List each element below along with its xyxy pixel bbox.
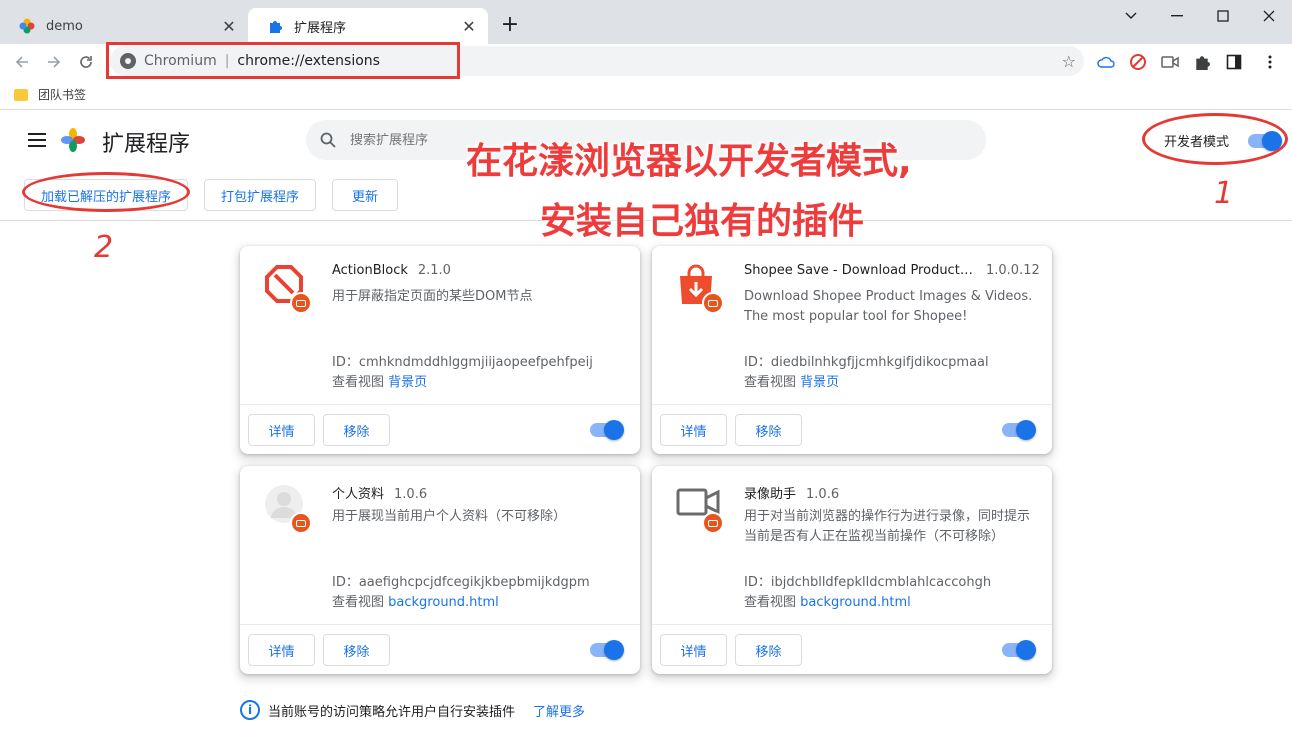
extension-description: 用于屏蔽指定页面的某些DOM节点 bbox=[332, 289, 533, 304]
remove-button[interactable]: 移除 bbox=[323, 634, 390, 666]
enable-toggle[interactable] bbox=[590, 420, 624, 440]
inspect-views: 查看视图 背景页 bbox=[332, 375, 428, 390]
extension-name: Shopee Save - Download Product Imag…1.0.… bbox=[744, 263, 1040, 278]
annotation-text-line2: 安装自己独有的插件 bbox=[540, 201, 865, 242]
extension-description: 用于对当前浏览器的操作行为进行录像，同时提示当前是否有人正在监视当前操作（不可移… bbox=[744, 509, 1031, 544]
folder-icon bbox=[14, 88, 28, 101]
extension-id: ID：cmhkndmddhlggmjiijaopeefpehfpeij bbox=[332, 355, 593, 370]
learn-more-link[interactable]: 了解更多 bbox=[533, 701, 585, 720]
bookmark-star-icon[interactable]: ☆ bbox=[1062, 52, 1076, 71]
extension-card: ActionBlock 2.1.0 用于屏蔽指定页面的某些DOM节点 ID：cmh… bbox=[240, 246, 640, 454]
block-icon[interactable] bbox=[1128, 52, 1148, 72]
search-icon bbox=[320, 132, 336, 148]
background-page-link[interactable]: 背景页 bbox=[388, 375, 427, 390]
card-divider bbox=[240, 624, 640, 625]
extension-description: Download Shopee Product Images & Videos.… bbox=[744, 289, 1033, 324]
update-button[interactable]: 更新 bbox=[332, 179, 398, 211]
annotation-text-line1: 在花漾浏览器以开发者模式, bbox=[466, 141, 912, 182]
enable-toggle[interactable] bbox=[590, 640, 624, 660]
bookmark-team[interactable]: 团队书签 bbox=[14, 86, 86, 103]
card-divider bbox=[240, 404, 640, 405]
tab-strip: demo ✕ 扩展程序 ✕ + bbox=[0, 0, 1292, 44]
close-icon[interactable]: ✕ bbox=[460, 17, 478, 36]
background-page-link[interactable]: background.html bbox=[388, 595, 499, 610]
background-page-link[interactable]: 背景页 bbox=[800, 375, 839, 390]
more-menu-icon[interactable] bbox=[1260, 52, 1280, 72]
address-bar-highlight bbox=[106, 42, 460, 79]
bookmarks-bar: 团队书签 bbox=[0, 80, 1292, 110]
inspect-views: 查看视图 背景页 bbox=[744, 375, 840, 390]
card-divider bbox=[652, 404, 1052, 405]
annotation-number-2: 2 bbox=[94, 230, 114, 265]
card-divider bbox=[652, 624, 1052, 625]
details-button[interactable]: 详情 bbox=[248, 414, 315, 446]
close-window-icon[interactable] bbox=[1246, 6, 1292, 26]
extension-name: 个人资料 1.0.6 bbox=[332, 487, 428, 502]
remove-button[interactable]: 移除 bbox=[323, 414, 390, 446]
extension-id: ID：ibjdchblldfepklldcmblahlcaccohgh bbox=[744, 575, 992, 590]
back-icon[interactable] bbox=[8, 48, 36, 76]
tab-title: 扩展程序 bbox=[294, 20, 347, 36]
annotation-number-1: 1 bbox=[1214, 176, 1234, 211]
enable-toggle[interactable] bbox=[1002, 640, 1036, 660]
background-page-link[interactable]: background.html bbox=[800, 595, 911, 610]
policy-text: 当前账号的访问策略允许用户自行安装插件 bbox=[268, 704, 516, 720]
video-camera-icon[interactable] bbox=[1160, 52, 1180, 72]
inspect-views: 查看视图 background.html bbox=[744, 595, 911, 610]
extension-name: ActionBlock 2.1.0 bbox=[332, 263, 451, 278]
close-icon[interactable]: ✕ bbox=[220, 17, 238, 36]
unpacked-badge-icon bbox=[290, 512, 312, 534]
minimize-icon[interactable] bbox=[1154, 6, 1200, 26]
details-button[interactable]: 详情 bbox=[660, 634, 727, 666]
side-panel-icon[interactable] bbox=[1224, 52, 1244, 72]
flower-icon bbox=[18, 17, 36, 35]
extensions-logo-icon bbox=[61, 128, 85, 152]
maximize-icon[interactable] bbox=[1200, 6, 1246, 26]
tab-demo[interactable]: demo ✕ bbox=[0, 8, 248, 44]
new-tab-button[interactable]: + bbox=[498, 14, 522, 38]
inspect-views: 查看视图 background.html bbox=[332, 595, 499, 610]
unpacked-badge-icon bbox=[702, 292, 724, 314]
extension-card: 个人资料 1.0.6 用于展现当前用户个人资料（不可移除） ID：aaefighc… bbox=[240, 466, 640, 674]
extension-id: ID：aaefighcpcjdfcegikjkbepbmijkdgpm bbox=[332, 575, 590, 590]
remove-button[interactable]: 移除 bbox=[735, 414, 802, 446]
unpacked-badge-icon bbox=[290, 292, 312, 314]
info-icon: i bbox=[240, 700, 260, 720]
policy-notice: i 当前账号的访问策略允许用户自行安装插件 了解更多 bbox=[240, 700, 585, 720]
forward-icon[interactable] bbox=[40, 48, 68, 76]
menu-icon[interactable] bbox=[28, 133, 46, 147]
enable-toggle[interactable] bbox=[1002, 420, 1036, 440]
dev-mode-highlight bbox=[1142, 113, 1288, 165]
tab-title: demo bbox=[46, 18, 83, 34]
cloud-icon[interactable] bbox=[1096, 52, 1116, 72]
puzzle-icon[interactable] bbox=[1192, 52, 1212, 72]
pack-extension-button[interactable]: 打包扩展程序 bbox=[204, 179, 316, 211]
remove-button[interactable]: 移除 bbox=[735, 634, 802, 666]
extension-description: 用于展现当前用户个人资料（不可移除） bbox=[332, 509, 567, 524]
unpacked-badge-icon bbox=[702, 512, 724, 534]
extension-card: 录像助手 1.0.6 用于对当前浏览器的操作行为进行录像，同时提示当前是否有人正在… bbox=[652, 466, 1052, 674]
bookmark-label: 团队书签 bbox=[38, 88, 87, 102]
extension-id: ID：diedbilnhkgfjjcmhkgifjdikocpmaal bbox=[744, 355, 989, 370]
extension-name: 录像助手 1.0.6 bbox=[744, 487, 840, 502]
load-unpacked-highlight bbox=[22, 172, 190, 212]
chevron-down-icon[interactable] bbox=[1108, 6, 1154, 26]
tab-extensions[interactable]: 扩展程序 ✕ bbox=[248, 8, 488, 44]
reload-icon[interactable] bbox=[72, 48, 100, 76]
page-title: 扩展程序 bbox=[102, 132, 191, 157]
extension-card: Shopee Save - Download Product Imag…1.0.… bbox=[652, 246, 1052, 454]
details-button[interactable]: 详情 bbox=[248, 634, 315, 666]
details-button[interactable]: 详情 bbox=[660, 414, 727, 446]
puzzle-icon bbox=[266, 17, 284, 35]
